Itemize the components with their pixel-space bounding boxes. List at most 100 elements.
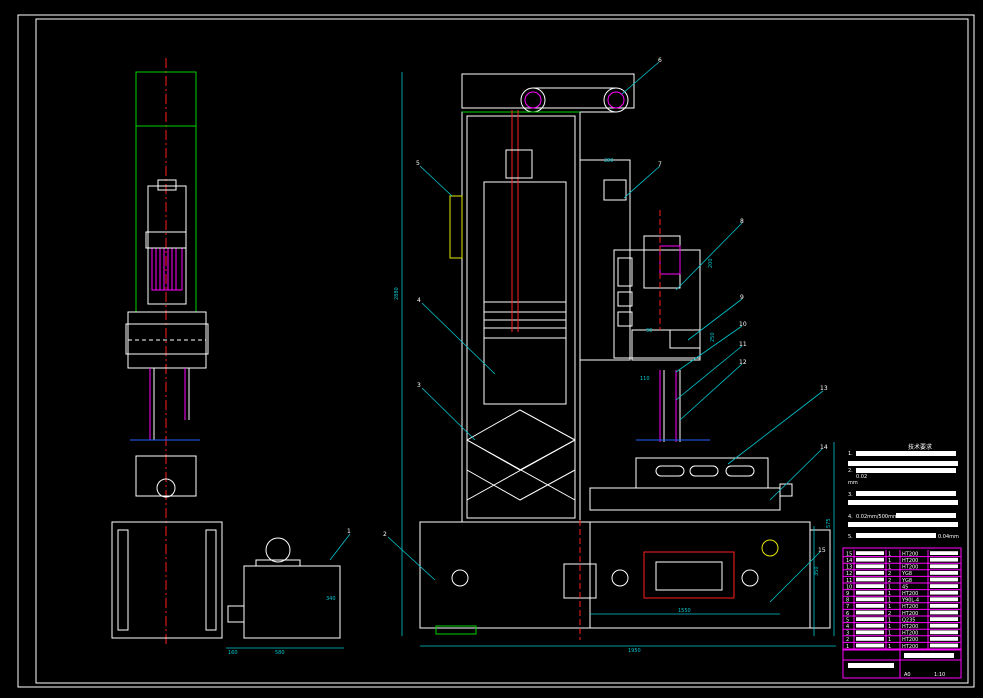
title-block-row-no: 12 [846, 571, 852, 577]
title-block-row-material: HT200 [902, 558, 918, 564]
title-block-row-qty: 1 [888, 558, 891, 564]
balloon-1: 1 [347, 528, 351, 535]
title-block-row-qty: 1 [888, 644, 891, 650]
title-block-rows: 15 1 HT20014 1 HT20013 1 HT20012 2 YG811 2 YG810 1 4… [843, 550, 961, 650]
title-block-row-qty: 1 [888, 591, 891, 597]
title-block-row-name [856, 551, 884, 555]
title-block-row-qty: 1 [888, 631, 891, 637]
title-block-row-name [856, 590, 884, 595]
dim-right-height: 575 [826, 518, 832, 528]
title-block-row-remark [930, 610, 958, 615]
title-block-row-name [856, 604, 884, 608]
title-block-row-no: 5 [846, 617, 849, 623]
balloon-10: 10 [739, 321, 747, 328]
title-block-sheet: A0 [904, 672, 911, 678]
title-block-row-name [856, 630, 884, 635]
title-block-row-material: HT200 [902, 644, 918, 650]
balloon-2: 2 [383, 531, 387, 538]
title-block-row-material: HT200 [902, 631, 918, 637]
title-block-row-remark [930, 617, 958, 621]
title-block-row-remark [930, 590, 958, 595]
tech-req-3: 3. [848, 492, 853, 498]
title-block-row-name [856, 584, 884, 588]
balloon-9: 9 [740, 294, 744, 301]
dim-top-block: 280 [604, 158, 614, 164]
title-block-row-remark [930, 564, 958, 569]
title-block-row-material: HT200 [902, 565, 918, 571]
title-block-row-qty: 1 [888, 551, 891, 557]
title-block-row-name [856, 571, 884, 575]
title-block-row-no: 13 [846, 565, 852, 571]
balloon-4: 4 [417, 297, 421, 304]
dim-side-base-width: 580 [275, 650, 285, 656]
tech-req-note-4: 0.04mm [938, 534, 959, 540]
front-view: 2880 575 350 1550 1950 280 200 250 90 11… [394, 72, 836, 654]
title-block-row-no: 9 [846, 591, 849, 597]
title-block-row-material: HT200 [902, 624, 918, 630]
inner-border [35, 18, 969, 684]
title-block-row-remark [930, 597, 958, 602]
dim-head-offset: 110 [640, 376, 650, 382]
title-block-row-name [856, 623, 884, 628]
title-block-row-no: 8 [846, 598, 849, 604]
title-block-row-remark [930, 630, 958, 635]
title-block-row-remark [930, 557, 958, 562]
title-block-row-remark [930, 577, 958, 582]
title-block-row-remark [930, 643, 958, 648]
title-block-row-name [856, 597, 884, 602]
balloon-12: 12 [739, 359, 747, 366]
title-block-row-no: 3 [846, 631, 849, 637]
dim-overall-width: 1950 [628, 648, 641, 654]
title-block-row-name [856, 557, 884, 562]
balloon-7: 7 [658, 161, 662, 168]
tech-req-title: 技术要求 [908, 443, 932, 451]
balloon-5: 5 [416, 160, 420, 167]
title-block-row-material: Q235 [902, 617, 915, 623]
balloon-13: 13 [820, 385, 828, 392]
title-block-row-no: 4 [846, 624, 849, 630]
balloon-8: 8 [740, 218, 744, 225]
title-block-row-no: 15 [846, 551, 852, 557]
title-block-row-material: YG8 [901, 571, 912, 577]
title-block-row-name [856, 577, 884, 582]
dim-head-height: 200 [708, 258, 714, 268]
title-block-row-qty: 1 [888, 617, 891, 623]
title-block-row-name [856, 610, 884, 615]
balloon-14: 14 [820, 444, 828, 451]
dim-side-base-left: 160 [228, 650, 238, 656]
title-block: 15 1 HT20014 1 HT20013 1 HT20012 2 YG811 2 YG810 1 4… [842, 547, 962, 679]
dim-head-lower: 250 [710, 332, 716, 342]
tech-req-2: 2. [848, 468, 853, 474]
title-block-row-material: YG8 [901, 578, 912, 584]
title-block-row-no: 10 [846, 584, 852, 590]
title-block-row-qty: 1 [888, 584, 891, 590]
title-block-row-qty: 1 [888, 624, 891, 630]
title-block-row-material: Y90L-4 [901, 598, 919, 604]
title-block-row-remark [930, 623, 958, 628]
title-block-row-qty: 1 [888, 598, 891, 604]
title-block-row-name [856, 564, 884, 569]
cad-drawing-sheet: 160 580 340 2880 575 350 1550 1950 280 2… [17, 14, 975, 688]
tech-req-1: 1. [848, 451, 853, 457]
title-block-row-no: 6 [846, 611, 849, 617]
title-block-row-name [856, 643, 884, 648]
side-view: 160 580 340 [111, 58, 344, 656]
dim-base-height: 350 [814, 566, 820, 576]
dim-side-tank-height: 340 [326, 596, 336, 602]
title-block-row-no: 2 [846, 637, 849, 643]
title-block-row-name [856, 617, 884, 621]
dim-overall-height: 2880 [394, 287, 400, 300]
title-block-row-qty: 2 [888, 571, 891, 577]
title-block-row-remark [930, 584, 958, 588]
title-block-row-no: 14 [846, 558, 852, 564]
dim-worktable-width: 1550 [678, 608, 691, 614]
balloon-6: 6 [658, 57, 662, 64]
title-block-row-remark [930, 571, 958, 575]
title-block-row-material: HT200 [902, 611, 918, 617]
title-block-row-material: 45 [902, 584, 908, 590]
tech-req-note-2: mm [848, 480, 858, 486]
tech-req-note-3: 0.02mm/500mm [856, 514, 898, 520]
title-block-row-remark [930, 551, 958, 555]
title-block-row-remark [930, 604, 958, 608]
title-block-row-qty: 2 [888, 578, 891, 584]
